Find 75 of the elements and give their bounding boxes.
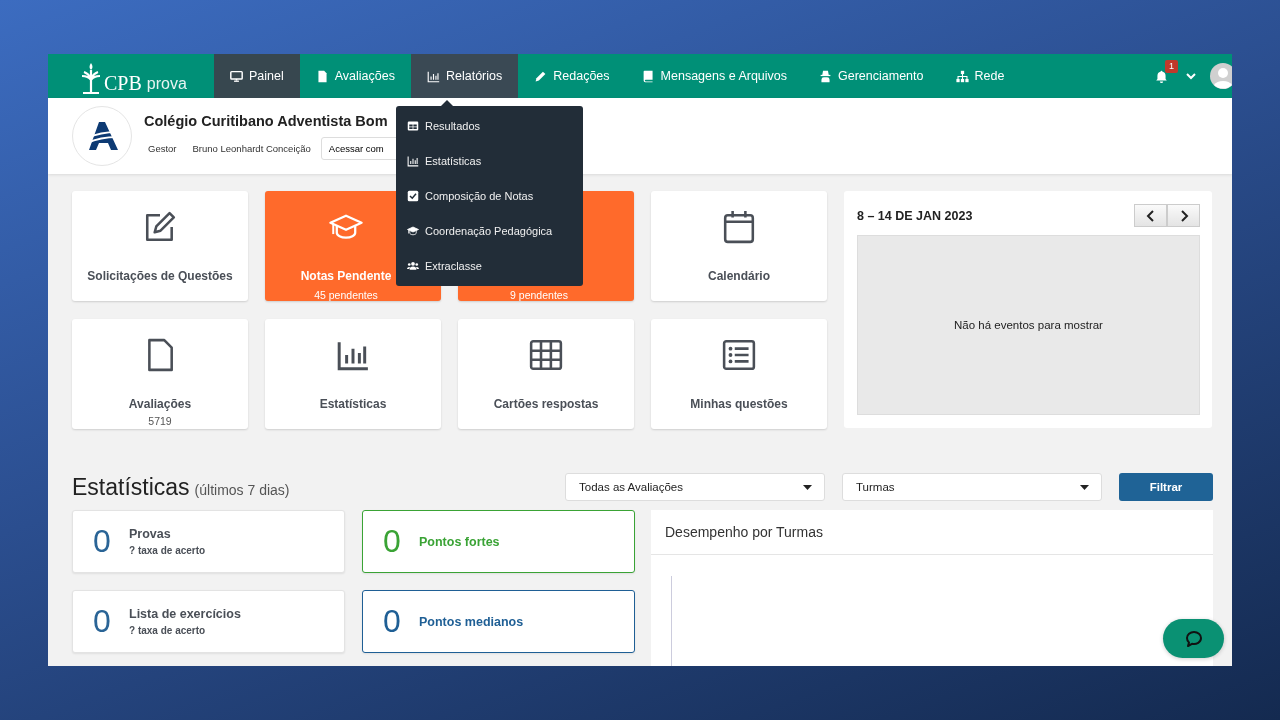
counter-value: 0 (383, 603, 402, 640)
counter-value: 0 (383, 523, 402, 560)
nav-tab[interactable]: Redações (518, 54, 626, 98)
caret-down-icon (803, 484, 812, 490)
counter-value: 0 (93, 523, 112, 560)
section-title: Estatísticas (72, 473, 190, 501)
shortcut-card[interactable]: Calendário (651, 191, 827, 301)
shortcut-card[interactable]: Avaliações 5719 (72, 319, 248, 429)
notification-badge: 1 (1165, 59, 1178, 73)
previous-button[interactable] (1134, 204, 1167, 227)
user-name: Bruno Leonhardt Conceição (192, 142, 311, 154)
bar-chart-icon (427, 69, 440, 83)
chevron-right-icon (1178, 209, 1189, 222)
brand-product-name: prova (146, 74, 187, 94)
user-avatar-icon[interactable] (1210, 63, 1232, 89)
nav-tab[interactable]: Mensagens e Arquivos (625, 54, 804, 98)
shortcut-card[interactable]: Cartões respostas (458, 319, 634, 429)
brand-logo-text: CPB (104, 72, 142, 94)
nav-tab[interactable]: Relatórios (411, 54, 519, 98)
graduation-cap-icon (407, 225, 419, 238)
filter-select[interactable]: Turmas (842, 473, 1102, 501)
filter-select[interactable]: Todas as Avaliações (565, 473, 825, 501)
card-subtitle: 5719 (148, 415, 172, 427)
nav-tab[interactable]: Rede (939, 54, 1021, 98)
sitemap-icon (955, 69, 969, 83)
shortcut-card[interactable]: Estatísticas (265, 319, 441, 429)
counter-subtitle: ? taxa de acerto (129, 545, 206, 556)
calendar-range: 8 – 14 DE JAN 2023 (857, 208, 973, 223)
caret-down-icon (1080, 484, 1089, 490)
card-title: Notas Pendente (300, 269, 392, 284)
book-icon (641, 69, 655, 83)
card-title: Minhas questões (690, 397, 788, 412)
checkbox-icon (407, 189, 419, 202)
card-title: Calendário (708, 269, 770, 284)
section-period: (últimos 7 dias) (194, 481, 290, 498)
chat-bubble-icon (1183, 628, 1204, 649)
shortcut-card[interactable]: Minhas questões (651, 319, 827, 429)
counter-title: Provas (129, 527, 172, 541)
filter-button[interactable]: Filtrar (1119, 473, 1213, 501)
card-subtitle: 9 pendentes (510, 290, 568, 301)
chat-button[interactable] (1163, 619, 1224, 658)
chart-title: Desempenho por Turmas (665, 524, 823, 540)
bar-chart-icon (407, 154, 419, 167)
document-icon (315, 69, 329, 83)
nav-tab[interactable]: Painel (214, 54, 300, 98)
monitor-icon (230, 69, 243, 83)
nav-tab[interactable]: Avaliações (299, 54, 411, 98)
logo-icon (80, 62, 102, 94)
nav-tab[interactable]: Gerenciamento (803, 54, 940, 98)
counter-title: Pontos medianos (419, 614, 524, 629)
card-subtitle: 45 pendentes (314, 290, 378, 301)
next-button[interactable] (1167, 204, 1200, 227)
shortcut-card[interactable]: Solicitações de Questões (72, 191, 248, 301)
person-icon (819, 69, 833, 83)
counter-title: Lista de exercícios (129, 607, 241, 621)
counter-subtitle: ? taxa de acerto (129, 625, 207, 636)
users-icon (407, 260, 419, 273)
list-icon (722, 338, 756, 372)
calendar-icon (722, 210, 756, 244)
card-title: Solicitações de Questões (87, 269, 233, 284)
empty-message: Não há eventos para mostrar (954, 319, 1103, 331)
chevron-down-icon[interactable] (1186, 72, 1196, 80)
user-role: Gestor (148, 142, 177, 154)
bell-icon (1155, 69, 1168, 83)
counter-value: 0 (93, 603, 112, 640)
table-icon (407, 119, 419, 132)
card-title: Avaliações (128, 397, 192, 412)
school-name: Colégio Curitibano Adventista Bom (144, 112, 388, 129)
card-title: Cartões respostas (493, 397, 599, 412)
grid-icon (529, 338, 563, 372)
edit-icon (143, 210, 177, 244)
card-title: Estatísticas (319, 397, 387, 412)
counter-title: Pontos fortes (419, 534, 500, 549)
chevron-left-icon (1145, 209, 1156, 222)
pencil-icon (534, 69, 548, 83)
